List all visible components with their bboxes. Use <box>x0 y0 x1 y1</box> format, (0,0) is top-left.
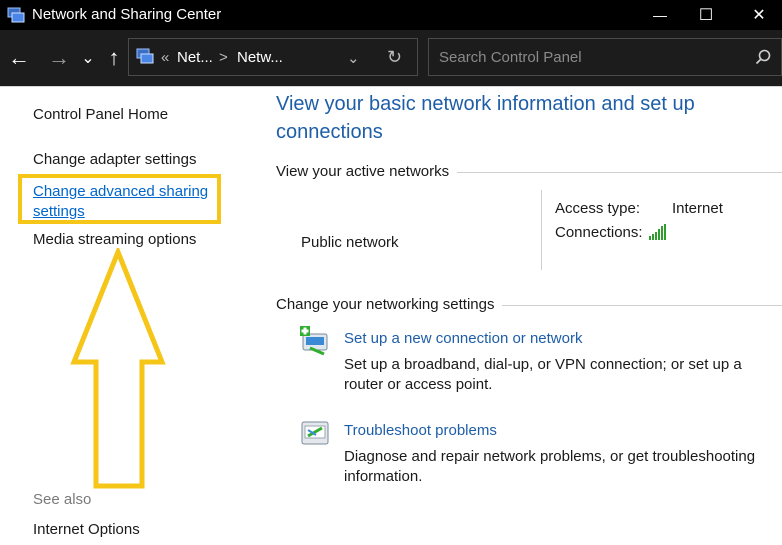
page-title: View your basic network information and … <box>276 93 695 143</box>
forward-arrow-icon: → <box>48 45 70 70</box>
active-networks-heading: View your active networks <box>276 163 458 180</box>
back-button[interactable]: ← <box>6 42 32 74</box>
breadcrumb-network-internet[interactable]: Net... <box>177 49 213 66</box>
new-connection-icon <box>300 326 328 356</box>
maximize-button[interactable]: ☐ <box>683 0 729 30</box>
recent-locations-button[interactable]: ⌄ <box>78 42 98 74</box>
up-arrow-icon: ↑ <box>108 45 120 70</box>
change-advanced-sharing-link[interactable]: Change advanced sharing settings <box>33 182 211 222</box>
highlight-arrow-icon <box>70 248 166 489</box>
search-input[interactable]: Search Control Panel <box>439 49 582 66</box>
setup-connection-description: Set up a broadband, dial-up, or VPN conn… <box>344 356 742 393</box>
network-center-icon <box>7 7 25 23</box>
network-center-icon <box>136 48 154 64</box>
control-panel-home-link[interactable]: Control Panel Home <box>33 106 168 123</box>
access-type-label: Access type: <box>555 200 641 217</box>
see-also-heading: See also <box>33 491 92 508</box>
internet-options-link[interactable]: Internet Options <box>33 521 140 538</box>
change-settings-heading: Change your networking settings <box>276 296 503 313</box>
forward-button[interactable]: → <box>46 42 72 74</box>
up-button[interactable]: ↑ <box>102 42 126 74</box>
troubleshoot-description: Diagnose and repair network problems, or… <box>344 448 756 485</box>
breadcrumb-separator: > <box>219 49 228 66</box>
change-adapter-settings-link[interactable]: Change adapter settings <box>33 151 196 168</box>
network-divider <box>541 190 542 270</box>
close-button[interactable]: ✕ <box>736 0 782 30</box>
search-box[interactable]: Search Control Panel <box>428 38 782 76</box>
troubleshoot-link[interactable]: Troubleshoot problems <box>344 422 497 439</box>
back-arrow-icon: ← <box>8 45 30 70</box>
window-title: Network and Sharing Center <box>32 6 222 23</box>
signal-bars-icon[interactable] <box>649 224 667 240</box>
chevron-down-icon: ⌄ <box>81 50 95 67</box>
media-streaming-options-link[interactable]: Media streaming options <box>33 231 196 248</box>
breadcrumb-overflow[interactable]: « <box>161 49 169 66</box>
address-dropdown-icon[interactable]: ⌄ <box>347 49 360 67</box>
minimize-button[interactable]: — <box>637 0 683 30</box>
refresh-icon[interactable]: ↻ <box>387 47 402 68</box>
troubleshoot-icon <box>301 421 329 445</box>
breadcrumb-network-sharing[interactable]: Netw... <box>237 49 283 66</box>
header-divider <box>0 86 782 87</box>
navigation-bar: ← → ⌄ ↑ « Net... > Netw... ⌄ ↻ Search Co… <box>0 30 782 86</box>
search-icon[interactable] <box>755 49 771 65</box>
connections-label: Connections: <box>555 224 643 241</box>
setup-connection-link[interactable]: Set up a new connection or network <box>344 330 582 347</box>
address-bar[interactable]: « Net... > Netw... ⌄ ↻ <box>128 38 418 76</box>
title-bar: Network and Sharing Center — ☐ ✕ <box>0 0 782 30</box>
network-name: Public network <box>301 234 399 251</box>
access-type-value: Internet <box>672 200 723 217</box>
